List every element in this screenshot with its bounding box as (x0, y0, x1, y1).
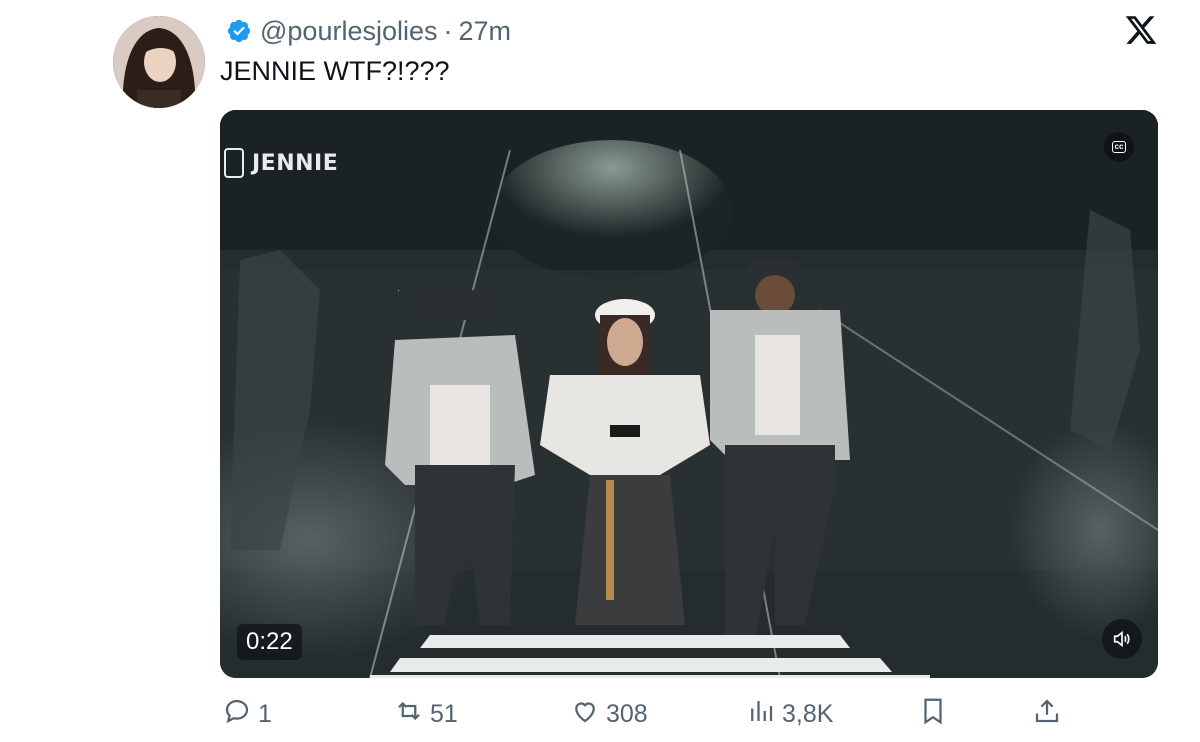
action-bar: 1 51 308 3,8K (0, 694, 1200, 734)
tweet-time[interactable]: 27m (459, 16, 512, 47)
channel-logo-icon (224, 148, 244, 178)
like-button[interactable]: 308 (570, 694, 648, 734)
separator: · (443, 15, 453, 46)
tweet-text: JENNIE WTF?!??? (220, 56, 450, 86)
views-count: 3,8K (782, 699, 834, 728)
avatar[interactable] (113, 16, 205, 108)
reply-icon (222, 696, 252, 733)
verified-badge-icon (226, 18, 252, 44)
views-button[interactable]: 3,8K (746, 694, 833, 734)
repost-icon (394, 696, 424, 733)
channel-watermark: JENNIE (224, 148, 338, 178)
speaker-icon[interactable] (1102, 619, 1142, 659)
captions-button[interactable]: cc (1104, 132, 1134, 162)
repost-button[interactable]: 51 (394, 694, 458, 734)
author-handle[interactable]: @pourlesjolies (260, 16, 438, 47)
tweet-header: @pourlesjolies · 27m (226, 14, 511, 48)
video-duration: 0:22 (237, 624, 302, 660)
heart-icon (570, 696, 600, 733)
video-frame (220, 110, 1158, 678)
captions-icon: cc (1111, 141, 1127, 153)
like-count: 308 (606, 699, 648, 728)
video-player[interactable]: JENNIE cc 0:22 (220, 110, 1158, 678)
bookmark-button[interactable] (918, 694, 948, 734)
reply-count: 1 (258, 699, 272, 728)
share-button[interactable] (1032, 694, 1062, 734)
share-icon (1032, 696, 1062, 733)
repost-count: 51 (430, 699, 458, 728)
x-logo-icon[interactable] (1124, 13, 1158, 47)
views-icon (746, 696, 776, 733)
channel-label: JENNIE (252, 150, 339, 176)
bookmark-icon (918, 696, 948, 733)
reply-button[interactable]: 1 (222, 694, 272, 734)
